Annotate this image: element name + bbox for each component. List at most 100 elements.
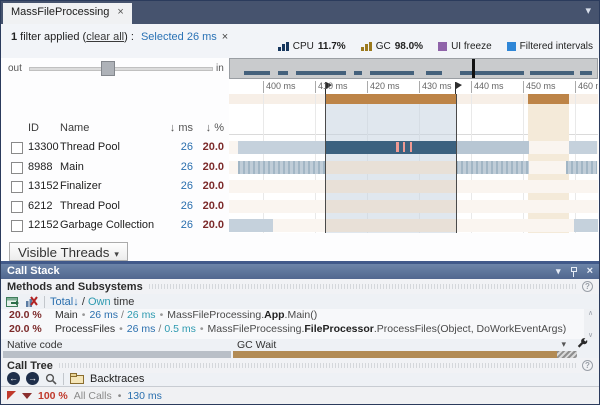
activity-segment-tx — [456, 161, 529, 174]
window-menu-icon[interactable]: ▾ — [556, 266, 561, 277]
thread-pct: 20.0 — [203, 180, 224, 192]
hot-path-icon[interactable] — [7, 391, 16, 400]
thread-id: 8988 — [28, 161, 52, 173]
thread-checkbox[interactable] — [11, 142, 23, 154]
timeline-thread-lane[interactable] — [229, 200, 598, 213]
total-time-toggle[interactable]: Total↓ — [50, 296, 79, 308]
activity-segment-pk — [396, 142, 399, 152]
thread-row[interactable]: 13152Finalizer2620.0 — [1, 179, 229, 199]
timeline-canvas[interactable] — [229, 94, 598, 233]
bullet-icon: • — [82, 309, 86, 321]
status-percent: 100 % — [38, 390, 68, 402]
chevron-down-icon[interactable]: ▾ — [561, 339, 566, 350]
activity-segment-tx — [238, 161, 331, 174]
thread-checkbox[interactable] — [11, 201, 23, 213]
timeline-thread-lane[interactable] — [229, 219, 598, 232]
ruler-tick: 400 ms — [263, 81, 296, 93]
thread-checkbox[interactable] — [11, 181, 23, 193]
own-time-toggle[interactable]: Own — [88, 296, 111, 308]
thread-row[interactable]: 6212Thread Pool2620.0 — [1, 199, 229, 219]
backtraces-tab[interactable]: Backtraces — [90, 373, 144, 385]
activity-segment-lt — [569, 141, 597, 154]
timeline-thread-lane[interactable] — [229, 141, 598, 154]
zoom-in-label: in — [216, 63, 224, 74]
clear-selection-icon[interactable]: × — [222, 31, 228, 43]
thread-name: Thread Pool — [60, 200, 120, 212]
clear-all-link[interactable]: clear all — [86, 31, 124, 43]
forward-icon[interactable]: → — [26, 372, 39, 385]
frames-scrollbar[interactable]: ∧ ∨ — [584, 309, 597, 339]
zoom-slider-thumb[interactable] — [101, 61, 115, 76]
thread-row[interactable]: 13300Thread Pool2620.0 — [1, 140, 229, 160]
call-stack-toolbar: Total↓ / Own time — [1, 295, 599, 309]
selection-border — [456, 94, 457, 233]
timeline-thread-lane[interactable] — [229, 180, 598, 193]
tab-close-icon[interactable]: × — [117, 6, 123, 18]
column-header-pct[interactable]: ↓ % — [206, 122, 224, 134]
overview-mark — [426, 71, 442, 75]
selection-end-flag-icon[interactable] — [456, 82, 462, 89]
thread-pct: 20.0 — [203, 219, 224, 231]
back-icon[interactable]: ← — [7, 372, 20, 385]
backtraces-toolbar: ← → Backtraces — [1, 371, 599, 386]
help-icon[interactable]: ? — [582, 360, 593, 371]
ruler-tick: 420 ms — [367, 81, 400, 93]
thread-checkbox[interactable] — [11, 220, 23, 232]
filter-label-suffix: ) : — [124, 31, 134, 43]
band-scroll-thumb[interactable] — [557, 351, 577, 358]
help-icon[interactable]: ? — [582, 281, 593, 292]
call-stack-titlebar[interactable]: Call Stack ▾ × — [1, 264, 599, 279]
thread-checkbox[interactable] — [11, 162, 23, 174]
call-stack-frame[interactable]: 20.0 %ProcessFiles•26 ms/0.5 ms•MassFile… — [1, 323, 585, 337]
visible-threads-button[interactable]: Visible Threads▾ — [9, 242, 128, 261]
thread-row[interactable]: 8988Main2620.0 — [1, 160, 229, 180]
wrench-icon[interactable] — [576, 338, 589, 351]
filter-funnel-icon[interactable] — [22, 393, 32, 399]
call-tree-statusbar: 100 % All Calls • 130 ms — [1, 386, 599, 404]
tab-massfileprocessing[interactable]: MassFileProcessing × — [3, 3, 132, 24]
call-stack-frames: 20.0 %Main•26 ms/26 ms•MassFileProcessin… — [1, 309, 585, 339]
activity-segment-pk — [410, 142, 412, 152]
tab-title: MassFileProcessing — [11, 6, 109, 18]
thread-id: 13152 — [28, 180, 59, 192]
legend-cpu: CPU11.7% — [278, 41, 346, 52]
thread-row[interactable]: 12152Garbage Collection2620.0 — [1, 218, 229, 238]
frame-signature: MassFileProcessing.App.Main() — [167, 309, 317, 321]
bullet-icon: • — [200, 323, 204, 335]
overview-cursor[interactable] — [472, 59, 475, 78]
status-time: 130 ms — [127, 390, 161, 402]
activity-segment-bg — [326, 161, 456, 174]
gc-band — [528, 94, 569, 104]
search-icon[interactable] — [45, 373, 57, 385]
activity-segment-pk — [403, 142, 405, 152]
column-header-ms[interactable]: ↓ ms — [170, 122, 193, 134]
clear-filter-icon[interactable] — [25, 296, 39, 308]
thread-table-body: 13300Thread Pool2620.08988Main2620.01315… — [1, 140, 229, 238]
pin-icon[interactable] — [570, 266, 578, 277]
scroll-up-icon[interactable]: ∧ — [588, 309, 593, 317]
activity-segment-lt — [574, 219, 598, 232]
column-header-name[interactable]: Name — [60, 122, 89, 134]
thread-ms: 26 — [181, 141, 193, 153]
timeline-ruler[interactable]: 400 ms410 ms420 ms430 ms440 ms450 ms460 … — [229, 80, 598, 94]
call-stack-frame[interactable]: 20.0 %Main•26 ms/26 ms•MassFileProcessin… — [1, 309, 585, 323]
zoom-slider-track[interactable] — [29, 67, 213, 71]
export-grid-icon[interactable] — [6, 296, 20, 308]
column-header-id[interactable]: ID — [28, 122, 39, 134]
timeline-thread-lane[interactable] — [229, 161, 598, 174]
cpu-chart-icon — [278, 42, 289, 51]
tab-strip: MassFileProcessing × ▾ — [1, 1, 599, 24]
overview-mark — [370, 71, 414, 75]
frame-total-ms: 26 ms — [89, 309, 118, 321]
overview-mark — [296, 71, 346, 75]
overview-mark — [354, 71, 362, 75]
close-icon[interactable]: × — [587, 265, 593, 277]
selected-range-label: Selected 26 ms — [141, 31, 217, 43]
thread-ms: 26 — [181, 200, 193, 212]
overview-activity[interactable] — [229, 58, 598, 79]
tab-list-chevron-icon[interactable]: ▾ — [585, 4, 591, 17]
activity-segment-md — [456, 141, 529, 154]
ui-freeze-swatch-icon — [438, 42, 447, 51]
header-hatch — [59, 363, 576, 368]
overview-mark — [460, 71, 524, 75]
